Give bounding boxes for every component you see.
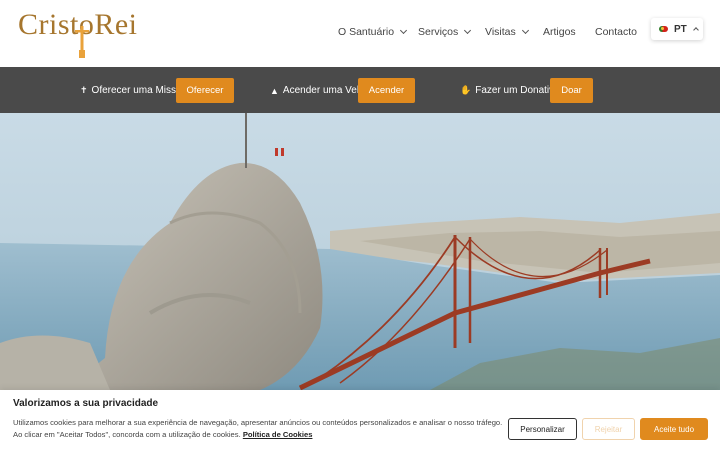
chevron-down-icon	[464, 26, 472, 35]
donation-hand-icon: ✋	[460, 85, 472, 95]
nav-item-contacto[interactable]: Contacto	[595, 26, 637, 38]
statue-and-bridge-image	[0, 113, 720, 390]
portugal-flag-icon	[659, 26, 668, 32]
cookie-policy-link[interactable]: Política de Cookies	[243, 430, 313, 439]
language-code: PT	[674, 23, 687, 35]
statue-logo-icon	[75, 26, 89, 58]
nav-item-servicos[interactable]: Serviços	[418, 26, 472, 38]
nav-item-label: Contacto	[595, 26, 638, 38]
cookie-text: Utilizamos cookies para melhorar a sua e…	[13, 417, 503, 441]
nav-item-visitas[interactable]: Visitas	[485, 26, 529, 38]
action-bar: ✝ Oferecer uma Missa Oferecer ▲ Acender …	[0, 67, 720, 113]
doar-button[interactable]: Doar	[550, 78, 593, 103]
nav-item-santuario[interactable]: O Santuário	[338, 26, 408, 38]
nav-item-label: Artigos	[543, 26, 576, 38]
chevron-down-icon	[400, 26, 408, 35]
action-label-text: Oferecer uma Missa	[91, 85, 182, 96]
cross-icon: ✝	[80, 85, 88, 95]
chevron-up-icon	[692, 27, 699, 33]
nav-item-label: O Santuário	[338, 26, 395, 38]
acender-button[interactable]: Acender	[358, 78, 415, 103]
candle-icon: ▲	[270, 85, 279, 96]
cristo-rei-logo[interactable]: CristoRei	[18, 4, 138, 60]
accept-all-button[interactable]: Aceite tudo	[640, 418, 708, 440]
oferecer-button[interactable]: Oferecer	[176, 78, 234, 103]
cookie-title: Valorizamos a sua privacidade	[13, 398, 159, 409]
customize-button[interactable]: Personalizar	[508, 418, 577, 440]
action-label-text: Fazer um Donativo	[475, 85, 560, 96]
nav-item-artigos[interactable]: Artigos	[543, 26, 576, 38]
chevron-down-icon	[521, 26, 529, 35]
action-label-text: Acender uma Vela	[282, 85, 365, 96]
language-switcher[interactable]: PT	[651, 18, 703, 40]
nav-item-label: Visitas	[485, 26, 516, 38]
hero-image	[0, 113, 720, 390]
site-header: CristoRei O Santuário Serviços Visitas A…	[0, 0, 720, 67]
action-label-donativo: ✋ Fazer um Donativo	[460, 85, 560, 96]
reject-button[interactable]: Rejeitar	[582, 418, 635, 440]
action-label-missa: ✝ Oferecer uma Missa	[80, 85, 182, 96]
action-label-vela: ▲ Acender uma Vela	[270, 85, 365, 96]
nav-item-label: Serviços	[418, 26, 459, 38]
